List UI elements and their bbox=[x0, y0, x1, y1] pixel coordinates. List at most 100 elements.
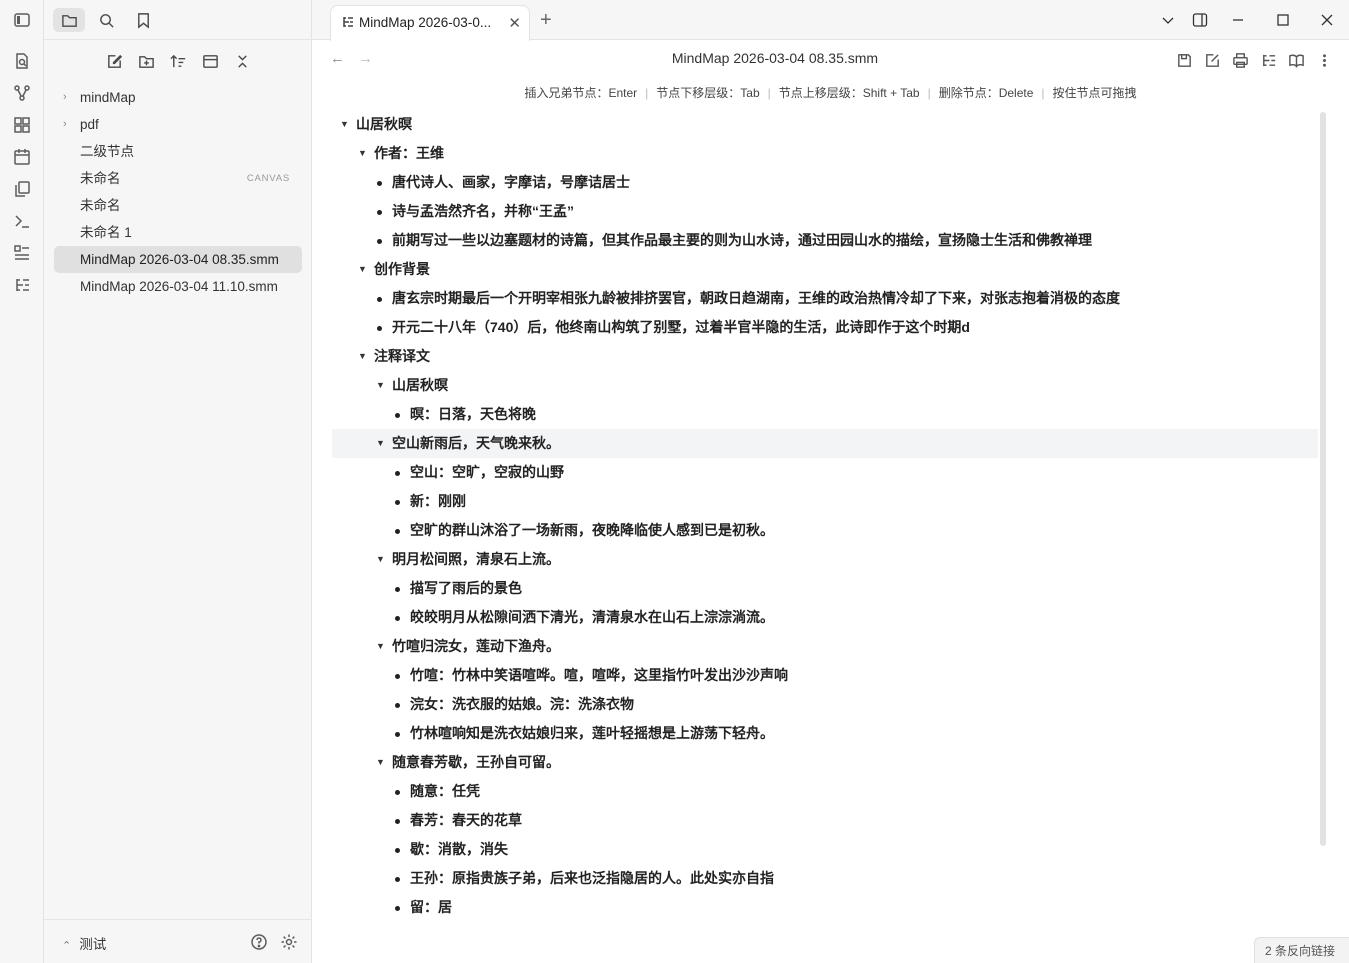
tab-mindmap[interactable]: MindMap 2026-03-0... ✕ bbox=[330, 5, 530, 41]
close-window-icon[interactable] bbox=[1317, 10, 1337, 30]
collapse-triangle-icon[interactable]: ▼ bbox=[358, 139, 367, 168]
settings-gear-icon[interactable] bbox=[279, 932, 299, 952]
collapse-triangle-icon[interactable]: ▼ bbox=[376, 545, 385, 574]
outline-node-leaf[interactable]: 诗与孟浩然齐名，并称“王孟” bbox=[332, 197, 1318, 226]
node-text: 山居秋暝 bbox=[392, 377, 448, 393]
sidebar-footer: ⌃ 测试 bbox=[44, 919, 312, 963]
bookmark-icon[interactable] bbox=[127, 8, 159, 32]
node-text: 竹林喧响知是洗衣姑娘归来，莲叶轻摇想是上游荡下轻舟。 bbox=[410, 725, 774, 741]
new-tab-button[interactable]: + bbox=[540, 10, 552, 30]
outline-node-leaf[interactable]: 描写了雨后的景色 bbox=[332, 574, 1318, 603]
ribbon bbox=[0, 0, 44, 963]
graph-view-icon[interactable] bbox=[12, 83, 32, 103]
sort-icon[interactable] bbox=[167, 50, 189, 72]
file-explorer-sidebar: › mindMap › pdf 二级节点 未命名 CANVAS 未命名 未命名 … bbox=[44, 0, 312, 963]
node-text: 空山：空旷，空寂的山野 bbox=[410, 464, 564, 480]
vault-switcher[interactable]: ⌃ 测试 bbox=[62, 933, 106, 953]
backlinks-status[interactable]: 2 条反向链接 bbox=[1253, 937, 1349, 963]
folder-item[interactable]: › pdf bbox=[54, 111, 302, 138]
mindmap-outline-icon bbox=[341, 15, 355, 34]
outline-node-leaf[interactable]: 开元二十八年（740）后，他终南山构筑了别墅，过着半官半隐的生活，此诗即作于这个… bbox=[332, 313, 1318, 342]
file-item[interactable]: 二级节点 bbox=[54, 138, 302, 165]
outline-node-parent[interactable]: ▼ 山居秋暝 bbox=[332, 371, 1318, 400]
outline-node-leaf[interactable]: 竹喧：竹林中笑语喧哗。喧，喧哗，这里指竹叶发出沙沙声响 bbox=[332, 661, 1318, 690]
outline-node-leaf[interactable]: 空旷的群山沐浴了一场新雨，夜晚降临使人感到已是初秋。 bbox=[332, 516, 1318, 545]
new-folder-icon[interactable] bbox=[135, 50, 157, 72]
bullet-icon bbox=[395, 413, 400, 418]
file-item[interactable]: MindMap 2026-03-04 11.10.smm bbox=[54, 273, 302, 300]
bullet-icon bbox=[377, 181, 382, 186]
outline-node-leaf[interactable]: 留：居 bbox=[332, 893, 1318, 922]
file-item-active[interactable]: MindMap 2026-03-04 08.35.smm bbox=[54, 246, 302, 273]
more-options-icon[interactable] bbox=[1314, 50, 1334, 70]
outline-node-leaf[interactable]: 皎皎明月从松隙间洒下清光，清清泉水在山石上淙淙淌流。 bbox=[332, 603, 1318, 632]
outline-node-parent[interactable]: ▼ 注释译文 bbox=[332, 342, 1318, 371]
outline-node-parent[interactable]: ▼ 明月松间照，清泉石上流。 bbox=[332, 545, 1318, 574]
hint-item: 节点上移层级：Shift + Tab bbox=[778, 86, 920, 100]
right-sidebar-toggle-icon[interactable] bbox=[1190, 10, 1210, 30]
folder-item[interactable]: › mindMap bbox=[54, 84, 302, 111]
outline-node-leaf[interactable]: 暝：日落，天色将晚 bbox=[332, 400, 1318, 429]
print-icon[interactable] bbox=[1230, 50, 1250, 70]
terminal-icon[interactable] bbox=[12, 211, 32, 231]
outline-node-leaf[interactable]: 随意：任凭 bbox=[332, 777, 1318, 806]
collapse-triangle-icon[interactable]: ▼ bbox=[376, 748, 385, 777]
outline-node-parent[interactable]: ▼ 作者：王维 bbox=[332, 139, 1318, 168]
save-icon[interactable] bbox=[1174, 50, 1194, 70]
outline-node-leaf[interactable]: 前期写过一些以边塞题材的诗篇，但其作品最主要的则为山水诗，通过田园山水的描绘，宣… bbox=[332, 226, 1318, 255]
outline-node-leaf[interactable]: 浣女：洗衣服的姑娘。浣：洗涤衣物 bbox=[332, 690, 1318, 719]
edit-icon[interactable] bbox=[1202, 50, 1222, 70]
outline-node-leaf[interactable]: 唐玄宗时期最后一个开明宰相张九龄被排挤罢官，朝政日趋湖南，王维的政治热情冷却了下… bbox=[332, 284, 1318, 313]
outline-node-leaf[interactable]: 竹林喧响知是洗衣姑娘归来，莲叶轻摇想是上游荡下轻舟。 bbox=[332, 719, 1318, 748]
minimize-icon[interactable] bbox=[1228, 10, 1248, 30]
collapse-triangle-icon[interactable]: ▼ bbox=[340, 110, 349, 139]
collapse-triangle-icon[interactable]: ▼ bbox=[376, 371, 385, 400]
bullet-icon bbox=[395, 790, 400, 795]
node-text: 王孙：原指贵族子弟，后来也泛指隐居的人。此处实亦自指 bbox=[410, 870, 774, 886]
view-title[interactable]: MindMap 2026-03-04 08.35.smm bbox=[312, 50, 1238, 66]
chevron-down-icon[interactable] bbox=[1158, 10, 1178, 30]
bullet-icon bbox=[395, 587, 400, 592]
shortcut-hints: 插入兄弟节点：Enter | 节点下移层级：Tab | 节点上移层级：Shift + T… bbox=[524, 86, 1137, 100]
outline-node-parent[interactable]: ▼ 竹喧归浣女，莲动下渔舟。 bbox=[332, 632, 1318, 661]
outline-node-parent[interactable]: ▼ 创作背景 bbox=[332, 255, 1318, 284]
search-icon[interactable] bbox=[90, 8, 122, 32]
copy-icon[interactable] bbox=[12, 179, 32, 199]
collapse-triangle-icon[interactable]: ▼ bbox=[376, 429, 385, 458]
file-item[interactable]: 未命名 CANVAS bbox=[54, 165, 302, 192]
maximize-icon[interactable] bbox=[1273, 10, 1293, 30]
outline-node-leaf[interactable]: 空山：空旷，空寂的山野 bbox=[332, 458, 1318, 487]
quick-switcher-icon[interactable] bbox=[12, 51, 32, 71]
outline-node-parent[interactable]: ▼ 随意春芳歇，王孙自可留。 bbox=[332, 748, 1318, 777]
mindmap-outline-icon[interactable] bbox=[12, 275, 32, 295]
outline-node-parent[interactable]: ▼ 山居秋暝 bbox=[332, 110, 1318, 139]
collapse-triangle-icon[interactable]: ▼ bbox=[358, 255, 367, 284]
outline-node-leaf[interactable]: 唐代诗人、画家，字摩诘，号摩诘居士 bbox=[332, 168, 1318, 197]
file-nav-actions bbox=[44, 50, 312, 72]
calendar-icon[interactable] bbox=[12, 147, 32, 167]
hint-item: 节点下移层级：Tab bbox=[656, 86, 760, 100]
sidebar-toggle-icon[interactable] bbox=[12, 10, 32, 30]
template-icon[interactable] bbox=[12, 243, 32, 263]
outline-node-leaf[interactable]: 王孙：原指贵族子弟，后来也泛指隐居的人。此处实亦自指 bbox=[332, 864, 1318, 893]
bullet-icon bbox=[395, 703, 400, 708]
outline-node-leaf[interactable]: 歇：消散，消失 bbox=[332, 835, 1318, 864]
outline-view-icon[interactable] bbox=[1258, 50, 1278, 70]
files-tab-icon[interactable] bbox=[53, 8, 85, 32]
bullet-icon bbox=[377, 210, 382, 215]
outline-node-leaf[interactable]: 新：刚刚 bbox=[332, 487, 1318, 516]
collapse-triangle-icon[interactable]: ▼ bbox=[358, 342, 367, 371]
reading-view-icon[interactable] bbox=[1286, 50, 1306, 70]
file-item[interactable]: 未命名 bbox=[54, 192, 302, 219]
outline-node-parent[interactable]: ▼ 空山新雨后，天气晚来秋。 bbox=[332, 429, 1318, 458]
canvas-icon[interactable] bbox=[12, 115, 32, 135]
collapse-view-icon[interactable] bbox=[199, 50, 221, 72]
help-icon[interactable] bbox=[249, 932, 269, 952]
new-note-icon[interactable] bbox=[103, 50, 125, 72]
outline-node-leaf[interactable]: 春芳：春天的花草 bbox=[332, 806, 1318, 835]
file-item[interactable]: 未命名 1 bbox=[54, 219, 302, 246]
scrollbar[interactable] bbox=[1320, 112, 1326, 846]
collapse-triangle-icon[interactable]: ▼ bbox=[376, 632, 385, 661]
close-tab-icon[interactable]: ✕ bbox=[508, 14, 521, 32]
collapse-all-icon[interactable] bbox=[231, 50, 253, 72]
